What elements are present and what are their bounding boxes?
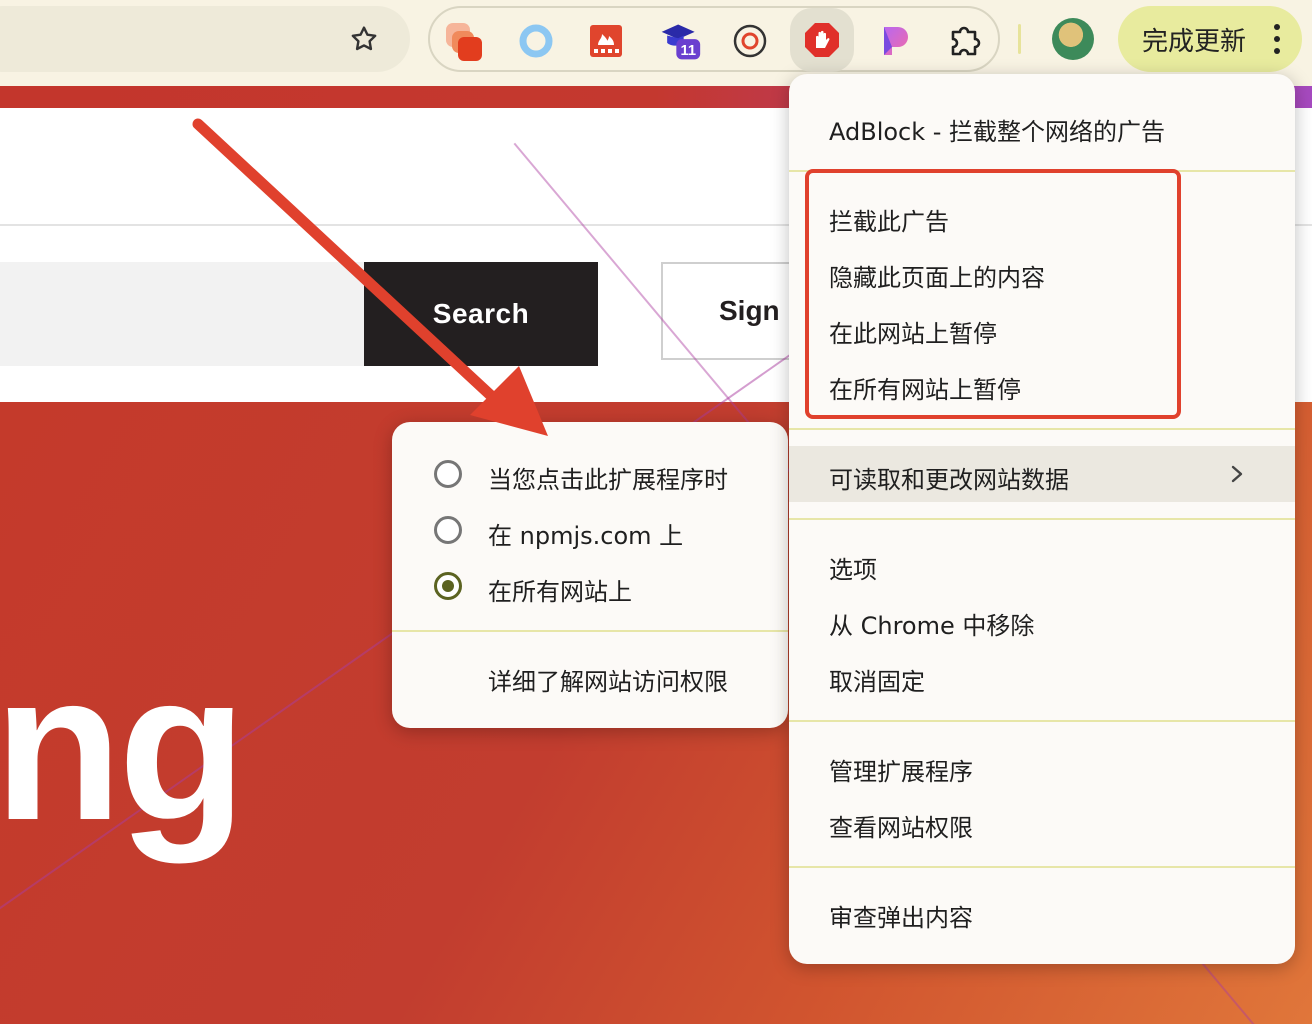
learn-site-access-link[interactable]: 详细了解网站访问权限 [488,662,728,697]
menu-divider [789,170,1295,172]
menu-item-view-site-permissions[interactable]: 查看网站权限 [829,808,973,843]
menu-item-block-ad[interactable]: 拦截此广告 [829,202,949,237]
puzzle-icon[interactable] [944,19,988,63]
menu-divider [789,428,1295,430]
option-on-site[interactable]: 在 npmjs.com 上 [488,516,683,551]
adblock-hand-icon[interactable] [790,8,854,72]
menu-item-unpin[interactable]: 取消固定 [829,662,925,697]
menu-divider [789,866,1295,868]
extensions-bar: 11 [428,6,1000,72]
bookmark-star-icon[interactable] [348,23,380,55]
radio-on-site[interactable] [434,516,462,544]
purple-p-icon[interactable] [874,19,918,63]
menu-item-manage-extensions[interactable]: 管理扩展程序 [829,752,973,787]
menu-item-pause-all[interactable]: 在所有网站上暂停 [829,370,1021,405]
hero-heading: ng [0,629,247,864]
search-button[interactable]: Search [364,262,598,366]
extension-badge: 11 [681,43,697,59]
option-on-click[interactable]: 当您点击此扩展程序时 [488,460,728,495]
ring-icon[interactable] [514,19,558,63]
profile-avatar[interactable] [1052,18,1094,60]
menu-item-options[interactable]: 选项 [829,550,877,585]
menu-divider [789,518,1295,520]
at-circle-icon[interactable] [728,19,772,63]
search-input[interactable] [0,262,364,366]
menu-item-pause-site[interactable]: 在此网站上暂停 [829,314,997,349]
fire-grid-icon[interactable] [584,19,628,63]
menu-header-extension-name: AdBlock - 拦截整个网络的广告 [829,118,1166,146]
radio-on-all-sites[interactable] [434,572,462,600]
menu-item-inspect-popup[interactable]: 审查弹出内容 [829,898,973,933]
update-button[interactable]: 完成更新 [1118,6,1302,72]
toolbar-separator [1018,24,1021,54]
menu-item-site-data[interactable]: 可读取和更改网站数据 [829,460,1069,495]
extension-context-menu: AdBlock - 拦截整个网络的广告 拦截此广告 隐藏此页面上的内容 在此网站… [789,74,1295,964]
radio-on-click[interactable] [434,460,462,488]
app-stack-icon[interactable] [442,19,486,63]
chevron-right-icon [1231,465,1243,483]
menu-item-remove-from-chrome[interactable]: 从 Chrome 中移除 [829,606,1034,641]
site-access-submenu: 当您点击此扩展程序时 在 npmjs.com 上 在所有网站上 详细了解网站访问… [392,422,788,728]
grad-cap-icon[interactable]: 11 [658,19,702,63]
menu-divider [789,720,1295,722]
address-bar[interactable] [0,6,410,72]
option-on-all-sites[interactable]: 在所有网站上 [488,572,632,607]
update-button-label: 完成更新 [1142,25,1247,56]
more-menu-icon[interactable] [1274,24,1282,54]
menu-item-hide-content[interactable]: 隐藏此页面上的内容 [829,258,1045,293]
submenu-divider [392,630,788,632]
